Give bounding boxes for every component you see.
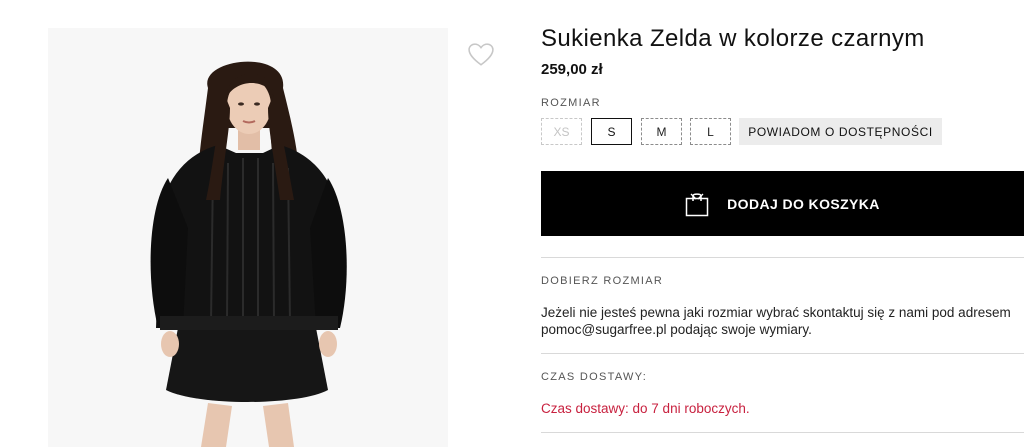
size-option-xs: XS	[541, 118, 582, 145]
size-section-label: ROZMIAR	[541, 97, 601, 109]
add-to-cart-label: DODAJ DO KOSZYKA	[727, 195, 880, 212]
divider	[541, 432, 1024, 433]
delivery-time-text: Czas dostawy: do 7 dni roboczych.	[541, 401, 750, 416]
divider	[541, 353, 1024, 354]
size-help-text: Jeżeli nie jesteś pewna jaki rozmiar wyb…	[541, 305, 1011, 337]
delivery-label: CZAS DOSTAWY:	[541, 371, 648, 383]
product-title: Sukienka Zelda w kolorze czarnym	[541, 25, 925, 52]
heart-icon[interactable]	[468, 42, 494, 68]
product-info-panel: Sukienka Zelda w kolorze czarnym 259,00 …	[541, 0, 1024, 447]
shopping-bag-icon	[685, 192, 709, 216]
product-price: 259,00 zł	[541, 61, 603, 78]
add-to-cart-button[interactable]: DODAJ DO KOSZYKA	[541, 171, 1024, 236]
divider	[541, 257, 1024, 258]
size-option-s[interactable]: S	[591, 118, 632, 145]
size-option-m[interactable]: M	[641, 118, 682, 145]
size-help-label: DOBIERZ ROZMIAR	[541, 275, 664, 287]
notify-availability-button[interactable]: POWIADOM O DOSTĘPNOŚCI	[739, 118, 942, 145]
product-photo[interactable]	[48, 28, 448, 447]
product-gallery	[0, 0, 520, 447]
size-option-l[interactable]: L	[690, 118, 731, 145]
